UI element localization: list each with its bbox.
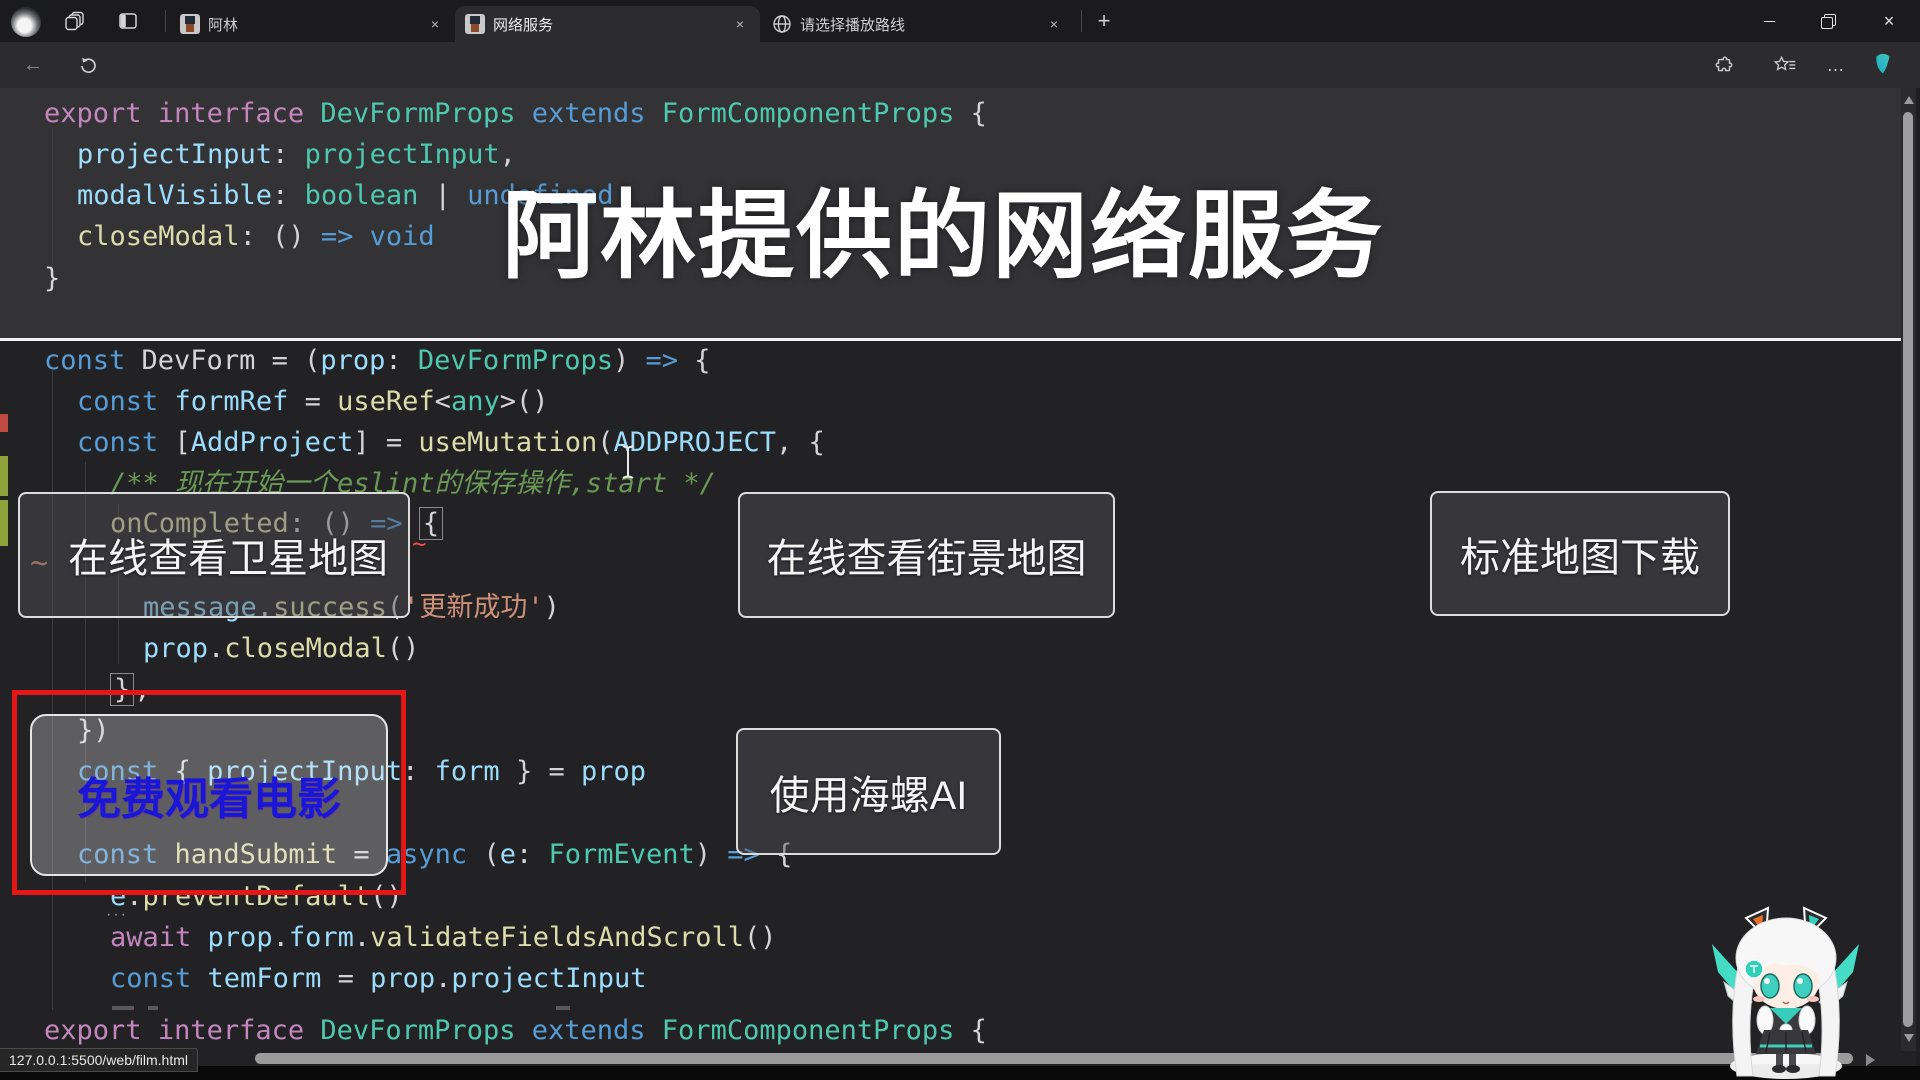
status-link-preview: 127.0.0.1:5500/web/film.html bbox=[0, 1048, 198, 1072]
puzzle-icon bbox=[1713, 54, 1735, 76]
back-button[interactable]: ← bbox=[18, 50, 48, 80]
pixel-character-favicon bbox=[180, 14, 200, 34]
code-line: export interface DevFormProps extends Fo… bbox=[44, 93, 987, 134]
code-line: const formRef = useRef<any>() bbox=[77, 381, 549, 422]
restore-icon bbox=[1822, 16, 1833, 27]
street-map-label: 在线查看街景地图 bbox=[767, 526, 1087, 584]
code-line: prop.closeModal() bbox=[143, 628, 419, 669]
hailuo-ai-button[interactable]: 使用海螺AI bbox=[736, 728, 1001, 855]
anime-mascot-image bbox=[1708, 906, 1863, 1080]
tab-strip: 阿林 × 网络服务 × 请选择播放路线 × + × bbox=[0, 0, 1920, 42]
code-line: const temForm = prop.projectInput bbox=[110, 958, 647, 999]
favorites-button[interactable] bbox=[1770, 50, 1800, 80]
tab-separator bbox=[1081, 10, 1082, 32]
layers-icon bbox=[64, 10, 86, 32]
tab-network-services[interactable]: 网络服务 × bbox=[455, 6, 760, 42]
text-cursor-icon bbox=[620, 444, 636, 480]
plus-icon: + bbox=[1098, 8, 1111, 34]
close-icon: × bbox=[1884, 11, 1895, 32]
close-icon[interactable]: × bbox=[425, 14, 445, 34]
gutter-red-mark bbox=[0, 414, 8, 432]
tab-alin[interactable]: 阿林 × bbox=[170, 6, 455, 42]
gutter-green-mark bbox=[0, 456, 8, 496]
settings-menu-button[interactable]: … bbox=[1821, 50, 1851, 80]
pixel-character-favicon bbox=[465, 14, 485, 34]
copilot-button[interactable] bbox=[1868, 50, 1898, 80]
standard-map-download-button[interactable]: 标准地图下载 bbox=[1430, 491, 1730, 616]
ellipsis-icon: … bbox=[1827, 55, 1846, 76]
red-squiggle-mark: ~ bbox=[412, 530, 426, 558]
horizontal-scrollbar-thumb[interactable] bbox=[255, 1053, 1853, 1064]
seam-mark bbox=[148, 1006, 158, 1010]
scroll-down-arrow-icon[interactable] bbox=[1904, 1034, 1914, 1042]
copilot-icon bbox=[1868, 50, 1898, 80]
satellite-map-button[interactable]: 在线查看卫星地图 bbox=[18, 492, 410, 618]
scroll-up-arrow-icon[interactable] bbox=[1904, 96, 1914, 104]
window-right-edge bbox=[1916, 88, 1920, 1080]
code-line: projectInput: projectInput, bbox=[77, 134, 516, 175]
standard-map-download-label: 标准地图下载 bbox=[1460, 525, 1700, 583]
vertical-tabs-icon bbox=[117, 10, 139, 32]
restore-button[interactable] bbox=[1804, 0, 1850, 42]
refresh-icon bbox=[78, 55, 98, 75]
seam-mark bbox=[556, 1006, 570, 1010]
close-icon[interactable]: × bbox=[1044, 14, 1064, 34]
browser-window: 阿林 × 网络服务 × 请选择播放路线 × + × ← bbox=[0, 0, 1920, 1080]
tab-title: 网络服务 bbox=[493, 14, 553, 35]
extensions-button[interactable] bbox=[1709, 50, 1739, 80]
free-movie-button[interactable]: 免费观看电影 bbox=[30, 714, 388, 876]
gutter-green-mark bbox=[0, 500, 8, 546]
browser-toolbar: ← 127.0.0.1:5500/web/other.html bbox=[0, 42, 1920, 88]
scroll-right-arrow-icon[interactable] bbox=[1866, 1054, 1875, 1066]
star-lines-icon bbox=[1773, 54, 1797, 76]
workspaces-button[interactable] bbox=[59, 6, 91, 36]
code-line: const DevForm = (prop: DevFormProps) => … bbox=[44, 340, 711, 381]
minimize-button[interactable] bbox=[1746, 0, 1792, 42]
minimize-icon bbox=[1764, 21, 1775, 22]
vertical-tabs-button[interactable] bbox=[112, 6, 144, 36]
tab-title: 请选择播放路线 bbox=[800, 14, 905, 35]
close-icon[interactable]: × bbox=[730, 14, 750, 34]
close-window-button[interactable]: × bbox=[1866, 0, 1912, 42]
tab-title: 阿林 bbox=[208, 14, 238, 35]
indent-guide bbox=[52, 128, 53, 268]
free-movie-label: 免费观看电影 bbox=[77, 763, 341, 827]
street-map-button[interactable]: 在线查看街景地图 bbox=[738, 492, 1115, 618]
seam-mark bbox=[112, 1006, 134, 1010]
page-title: 阿林提供的网络服务 bbox=[502, 158, 1384, 297]
refresh-button[interactable] bbox=[73, 50, 103, 80]
profile-avatar[interactable] bbox=[11, 7, 41, 37]
code-line: await prop.form.validateFieldsAndScroll(… bbox=[110, 917, 777, 958]
tab-select-route[interactable]: 请选择播放路线 × bbox=[762, 6, 1074, 42]
globe-icon bbox=[772, 14, 792, 34]
code-line: const [AddProject] = useMutation(ADDPROJ… bbox=[77, 422, 825, 463]
page-content: export interface DevFormProps extends Fo… bbox=[0, 88, 1920, 1080]
tab-separator bbox=[165, 10, 166, 32]
vertical-scrollbar-thumb[interactable] bbox=[1903, 112, 1913, 1027]
bottom-strip bbox=[0, 1066, 1920, 1080]
quick-fix-dots: ··· bbox=[106, 906, 128, 924]
code-line: closeModal: () => void bbox=[77, 216, 435, 257]
code-line: export interface DevFormProps extends Fo… bbox=[44, 1010, 987, 1051]
satellite-map-label: 在线查看卫星地图 bbox=[68, 526, 388, 584]
new-tab-button[interactable]: + bbox=[1088, 6, 1120, 36]
back-arrow-icon: ← bbox=[23, 54, 43, 77]
hailuo-ai-label: 使用海螺AI bbox=[770, 763, 968, 821]
code-line: } bbox=[44, 258, 60, 299]
